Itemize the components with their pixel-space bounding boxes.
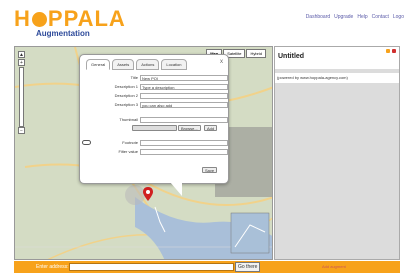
title-input[interactable]: New POI (140, 74, 228, 81)
thumbnail-label: Thumbnail (119, 117, 138, 122)
address-bar: Enter address: Go there Add augment (14, 261, 400, 273)
zoom-slider[interactable] (19, 67, 24, 127)
layer-panel: Untitled (powered by www.hoppala-agency.… (274, 46, 400, 260)
zoom-out-icon[interactable]: − (18, 127, 25, 134)
map-canvas[interactable]: ▲ + − Map Satellite Hybrid General Asset… (14, 46, 273, 260)
header: H PPALA Augmentation Dashboard Upgrade He… (0, 0, 408, 44)
logo-subtitle: Augmentation (36, 29, 90, 38)
description1-row: Description 1 Type a description (88, 83, 228, 90)
popup-tabs: General Assets Actions Location (86, 59, 187, 70)
description3-label: Description 3 (114, 102, 138, 107)
nav-help[interactable]: Help (357, 14, 367, 20)
close-icon[interactable]: x (220, 59, 223, 65)
thumbnail-select[interactable] (140, 116, 228, 123)
tab-assets[interactable]: Assets (112, 59, 135, 70)
app-logo[interactable]: H PPALA (14, 8, 126, 30)
description3-input[interactable]: you can also add (140, 101, 228, 108)
description2-row: Description 2 (88, 92, 228, 99)
description1-label: Description 1 (114, 84, 138, 89)
enter-address-label: Enter address: (36, 264, 69, 270)
popup-tail (170, 182, 182, 196)
zoom-control: ▲ + − (18, 51, 32, 135)
save-button[interactable]: Save (202, 167, 218, 173)
logo-rest: PPALA (47, 6, 126, 31)
description2-label: Description 2 (114, 93, 138, 98)
pan-up-icon[interactable]: ▲ (18, 51, 25, 58)
add-button[interactable]: Add (204, 125, 218, 131)
address-input[interactable] (69, 263, 234, 271)
poi-editor-popup: General Assets Actions Location x Title … (79, 54, 229, 196)
panel-header: Untitled (275, 47, 399, 69)
filter-label: Filter value (118, 149, 138, 154)
logo-letter-h: H (14, 6, 31, 31)
description3-row: Description 3 you can also add (88, 101, 228, 108)
footnote-label: Footnote (122, 140, 138, 145)
nav-upgrade[interactable]: Upgrade (334, 14, 353, 20)
title-label: Title (130, 75, 138, 80)
description2-input[interactable] (140, 92, 228, 99)
go-there-button[interactable]: Go there (235, 262, 261, 272)
footnote-input[interactable] (140, 139, 228, 146)
nav-dashboard[interactable]: Dashboard (306, 14, 330, 20)
logo-o-circle (31, 12, 47, 27)
panel-title: Untitled (278, 53, 305, 60)
title-row: Title New POI (88, 74, 228, 81)
delete-icon[interactable] (392, 49, 396, 53)
tab-location[interactable]: Location (161, 59, 187, 70)
add-augment-link[interactable]: Add augment (322, 264, 346, 269)
description1-input[interactable]: Type a description (140, 83, 228, 90)
browse-button[interactable]: Browse... (178, 125, 201, 131)
tab-actions[interactable]: Actions (136, 59, 160, 70)
filter-row: Filter value (88, 148, 228, 155)
map-type-hybrid[interactable]: Hybrid (246, 49, 266, 58)
powered-by-text: (powered by www.hoppala-agency.com) (275, 73, 399, 83)
thumbnail-row: Thumbnail (88, 116, 228, 123)
footnote-row: Footnote (82, 139, 228, 146)
edit-icon[interactable] (386, 49, 390, 53)
nav-logout[interactable]: Logo (393, 14, 404, 20)
tab-general[interactable]: General (86, 59, 111, 70)
map-marker-icon[interactable] (143, 187, 153, 201)
zoom-in-icon[interactable]: + (18, 59, 25, 66)
thumbnail-file-input[interactable] (132, 125, 177, 131)
nav-contact[interactable]: Contact (372, 14, 389, 20)
top-navigation: Dashboard Upgrade Help Contact Logo (306, 14, 404, 20)
footnote-toggle-icon[interactable] (82, 140, 91, 145)
filter-input[interactable] (140, 148, 228, 155)
panel-icons (386, 49, 396, 53)
